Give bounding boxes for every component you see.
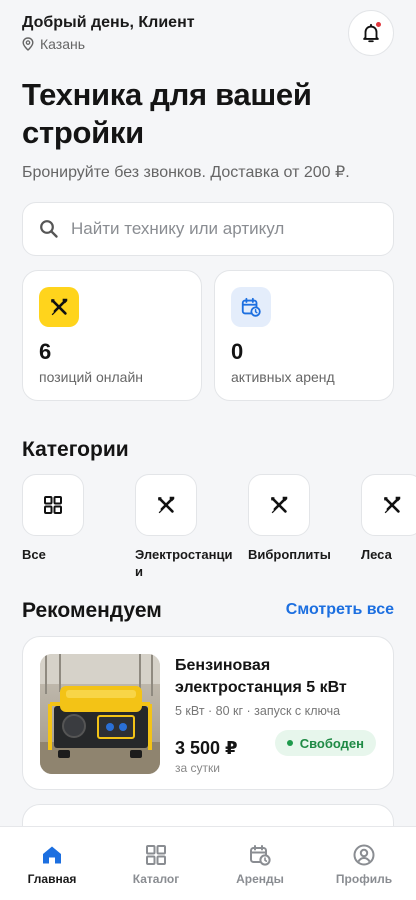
tools-icon — [51, 298, 68, 316]
tab-profile[interactable]: Профиль — [312, 827, 416, 900]
grid-icon — [44, 496, 62, 514]
tab-label: Аренды — [236, 872, 284, 886]
page-subtitle: Бронируйте без звонков. Доставка от 200 … — [22, 164, 350, 181]
categories-title: Категории — [22, 438, 129, 461]
category-label: Электростанции — [135, 547, 233, 579]
category-label: Виброплиты — [248, 547, 331, 562]
category-icon-box — [22, 474, 84, 536]
search-input[interactable] — [71, 219, 361, 239]
city-label: Казань — [40, 36, 86, 52]
tab-label: Профиль — [335, 872, 393, 886]
stat-icon-box — [231, 287, 271, 327]
tools-icon — [384, 496, 401, 514]
generator-image — [40, 654, 160, 774]
category-icon-box — [361, 474, 416, 536]
status-badge: Свободен — [274, 730, 376, 756]
grid-icon — [146, 845, 166, 865]
home-icon — [43, 846, 61, 864]
category-all[interactable]: Все — [22, 474, 132, 563]
tab-rentals[interactable]: Аренды — [208, 827, 312, 900]
search-icon — [40, 220, 58, 238]
category-label: Леса — [361, 547, 392, 562]
greeting: Добрый день, Клиент — [22, 14, 195, 31]
stat-label: позиций онлайн — [39, 369, 144, 385]
product-card[interactable]: Бензиновая электростанция 5 кВт 5 кВт · … — [22, 636, 394, 790]
profile-icon — [353, 844, 375, 866]
category-icon-box — [135, 474, 197, 536]
stat-label: активных аренд — [231, 369, 335, 385]
category-icon-box — [248, 474, 310, 536]
stat-value: 6 — [39, 339, 52, 364]
see-all-link[interactable]: Смотреть все — [286, 601, 394, 619]
header: Добрый день, Клиент Казань — [22, 10, 394, 58]
tools-icon — [271, 496, 288, 514]
stat-value: 0 — [231, 339, 244, 364]
category-vibroplates[interactable]: Виброплиты — [248, 474, 358, 563]
tab-catalog[interactable]: Каталог — [104, 827, 208, 900]
page-title: Техника для вашей стройки — [22, 77, 312, 150]
notification-dot — [375, 21, 382, 28]
location[interactable]: Казань — [22, 36, 394, 52]
recommended-title: Рекомендуем — [22, 599, 162, 622]
status-label: Свободен — [299, 735, 364, 751]
tab-label: Главная — [27, 872, 77, 886]
status-dot — [286, 740, 293, 746]
tab-label: Каталог — [132, 872, 180, 886]
bottom-tab-bar: Главная Каталог Аренды Профиль — [0, 826, 416, 900]
product-price-unit: за сутки — [175, 761, 220, 775]
category-generators[interactable]: Электростанции — [135, 474, 245, 580]
search-bar[interactable] — [22, 202, 394, 256]
stat-card-online[interactable]: 6 позиций онлайн — [22, 270, 202, 401]
categories-scroller[interactable]: Все Электростанции Виброплиты Леса — [22, 474, 416, 584]
product-image — [40, 654, 160, 774]
product-specs: 5 кВт · 80 кг · запуск с ключа — [175, 704, 341, 718]
stat-card-rentals[interactable]: 0 активных аренд — [214, 270, 394, 401]
product-price: 3 500 ₽ — [175, 738, 238, 758]
category-label: Все — [22, 547, 46, 562]
tab-home[interactable]: Главная — [0, 827, 104, 900]
product-title: Бензиновая электростанция 5 кВт — [175, 657, 347, 696]
category-scaffolding[interactable]: Леса — [361, 474, 416, 563]
location-pin-icon — [22, 37, 34, 51]
calendar-clock-icon — [241, 297, 261, 317]
stat-icon-box — [39, 287, 79, 327]
notifications-button[interactable] — [348, 10, 394, 56]
tools-icon — [158, 496, 175, 514]
calendar-clock-icon — [250, 845, 271, 866]
